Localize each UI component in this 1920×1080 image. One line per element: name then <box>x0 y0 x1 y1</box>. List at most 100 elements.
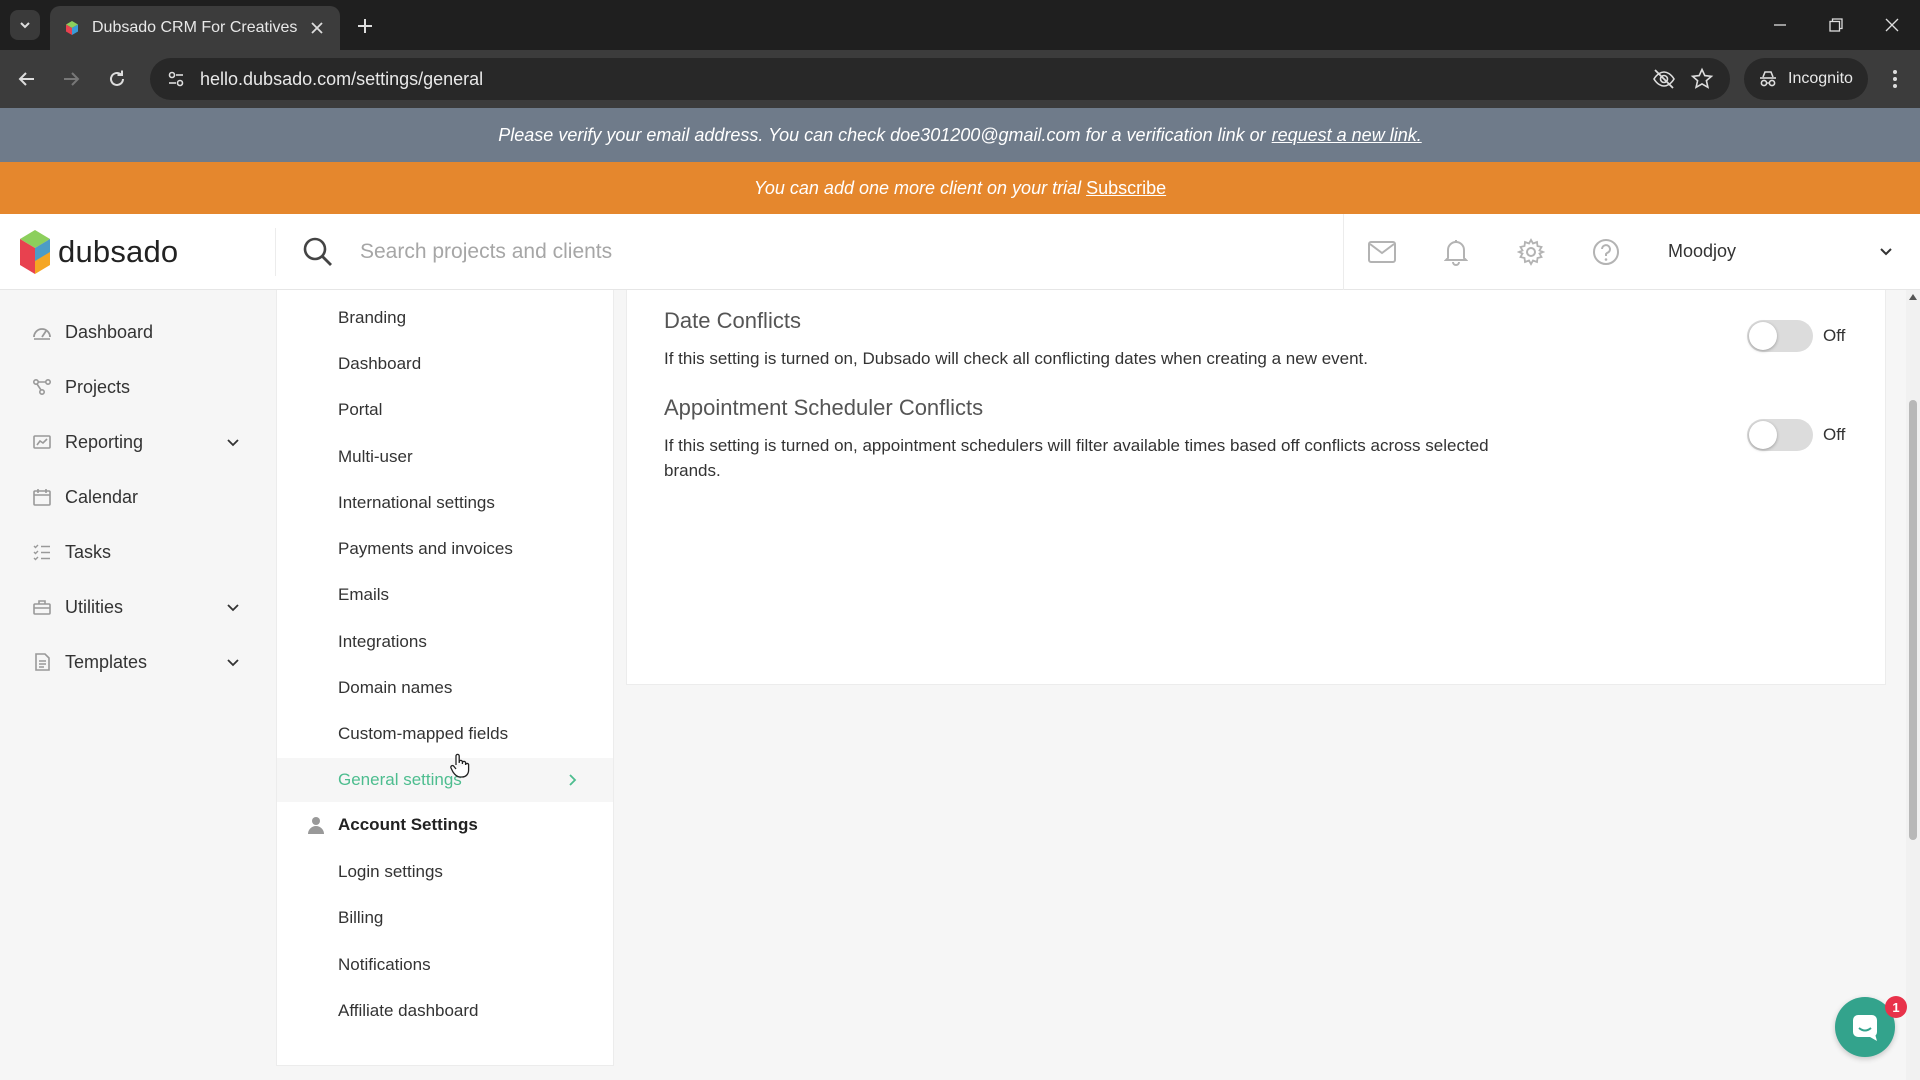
reload-icon <box>110 70 124 86</box>
tab-title: Dubsado CRM For Creatives <box>92 19 298 36</box>
minimize-icon <box>1774 24 1786 26</box>
tune-icon <box>168 71 184 87</box>
subnav-item-billing[interactable]: Billing <box>277 896 613 940</box>
chevron-down-icon <box>20 22 30 29</box>
window-controls <box>1752 0 1920 50</box>
chevron-right-icon <box>569 774 577 786</box>
subnav-item-emails[interactable]: Emails <box>277 573 613 617</box>
date-conflicts-description: If this setting is turned on, Dubsado wi… <box>664 349 1368 368</box>
subnav-item-international-settings[interactable]: International settings <box>277 481 613 525</box>
subnav-item-portal[interactable]: Portal <box>277 388 613 432</box>
eye-off-icon[interactable] <box>1652 67 1676 91</box>
messages-button[interactable] <box>1366 236 1398 268</box>
arrow-right-icon <box>64 72 80 86</box>
logo-text: dubsado <box>58 234 179 269</box>
new-tab-button[interactable] <box>352 13 378 39</box>
subnav-item-affiliate-dashboard[interactable]: Affiliate dashboard <box>277 989 613 1033</box>
header-divider <box>1343 214 1344 290</box>
user-menu-name[interactable]: Moodjoy <box>1668 241 1736 262</box>
subnav-item-integrations[interactable]: Integrations <box>277 620 613 664</box>
account-settings-label: Account Settings <box>338 815 478 834</box>
chevron-down-icon <box>227 604 239 612</box>
notifications-button[interactable] <box>1440 236 1472 268</box>
sidebar-item-dashboard[interactable]: Dashboard <box>0 312 276 352</box>
appointment-scheduler-conflicts-toggle[interactable] <box>1747 419 1813 451</box>
verify-email-text: Please verify your email address. You ca… <box>498 124 1266 145</box>
restore-button[interactable] <box>1808 0 1864 50</box>
subnav-item-custom-mapped-fields[interactable]: Custom-mapped fields <box>277 712 613 756</box>
reload-button[interactable] <box>102 64 132 94</box>
dubsado-logo-icon <box>20 230 50 274</box>
sidebar-item-label: Projects <box>65 376 131 397</box>
appointment-scheduler-conflicts-state: Off <box>1823 425 1846 444</box>
minimize-button[interactable] <box>1752 0 1808 50</box>
close-icon <box>1885 18 1899 32</box>
sidebar-item-templates[interactable]: Templates <box>0 642 276 682</box>
close-window-button[interactable] <box>1864 0 1920 50</box>
star-icon[interactable] <box>1690 67 1714 91</box>
trial-banner: You can add one more client on your tria… <box>0 162 1920 214</box>
utilities-icon <box>33 600 51 615</box>
back-button[interactable] <box>12 64 42 94</box>
appointment-scheduler-conflicts-description: If this setting is turned on, appointmen… <box>664 436 1489 480</box>
sidebar-item-label: Templates <box>65 651 148 672</box>
date-conflicts-toggle[interactable] <box>1747 320 1813 352</box>
subnav-item-dashboard[interactable]: Dashboard <box>277 342 613 386</box>
app-header: dubsado Moodjoy <box>0 214 1920 290</box>
tab-search-button[interactable] <box>10 10 40 40</box>
verify-email-banner: Please verify your email address. You ca… <box>0 108 1920 162</box>
sidebar-item-projects[interactable]: Projects <box>0 367 276 407</box>
sidebar-item-label: Reporting <box>65 431 144 452</box>
incognito-icon <box>1760 71 1776 87</box>
toggle-knob <box>1749 322 1777 350</box>
subnav-item-multi-user[interactable]: Multi-user <box>277 435 613 479</box>
sidebar-item-label: Calendar <box>65 486 139 507</box>
scroll-up-arrow[interactable] <box>1909 294 1917 300</box>
incognito-indicator[interactable]: Incognito <box>1744 58 1868 100</box>
sidebar-item-tasks[interactable]: Tasks <box>0 532 276 572</box>
gear-icon <box>1517 238 1545 266</box>
settings-subnav: Branding Dashboard Portal Multi-user Int… <box>276 290 614 1066</box>
forward-button[interactable] <box>56 64 86 94</box>
browser-menu-button[interactable] <box>1880 64 1910 94</box>
subscribe-link[interactable]: Subscribe <box>1086 178 1166 199</box>
search-input[interactable] <box>360 234 1320 270</box>
subnav-item-notifications[interactable]: Notifications <box>277 943 613 987</box>
subnav-item-domain-names[interactable]: Domain names <box>277 666 613 710</box>
date-conflicts-title: Date Conflicts <box>664 308 801 333</box>
address-bar-actions <box>1652 67 1714 91</box>
browser-toolbar: hello.dubsado.com/settings/general Incog… <box>0 50 1920 108</box>
sidebar-item-label: Utilities <box>65 596 124 617</box>
site-info-button[interactable] <box>156 58 196 100</box>
dubsado-logo[interactable]: dubsado <box>20 228 276 276</box>
help-button[interactable] <box>1590 236 1622 268</box>
scroll-thumb[interactable] <box>1909 400 1917 840</box>
subnav-item-general-settings[interactable]: General settings <box>277 758 613 802</box>
restore-icon <box>1829 18 1843 32</box>
chevron-down-icon[interactable] <box>1876 242 1896 262</box>
sidebar-item-reporting[interactable]: Reporting <box>0 422 276 462</box>
settings-button[interactable] <box>1515 236 1547 268</box>
person-icon <box>308 817 324 834</box>
request-new-link[interactable]: request a new link. <box>1272 125 1422 146</box>
close-icon[interactable] <box>308 19 326 37</box>
plus-icon <box>358 19 372 33</box>
subnav-item-login-settings[interactable]: Login settings <box>277 850 613 894</box>
account-settings-heading: Account Settings <box>307 810 613 840</box>
sidebar-item-label: Tasks <box>65 541 112 562</box>
browser-tab[interactable]: Dubsado CRM For Creatives <box>50 6 340 50</box>
subnav-item-branding[interactable]: Branding <box>277 296 613 340</box>
page-scrollbar[interactable] <box>1906 290 1920 1080</box>
subnav-item-payments-and-invoices[interactable]: Payments and invoices <box>277 527 613 571</box>
url-text[interactable]: hello.dubsado.com/settings/general <box>200 69 1652 90</box>
sidebar-item-label: Dashboard <box>65 321 154 342</box>
chevron-down-icon <box>227 659 239 667</box>
mail-icon <box>1368 241 1396 263</box>
sidebar-item-utilities[interactable]: Utilities <box>0 587 276 627</box>
address-bar[interactable]: hello.dubsado.com/settings/general <box>150 58 1730 100</box>
hand-pointer-icon <box>450 753 470 778</box>
sidebar-item-calendar[interactable]: Calendar <box>0 477 276 517</box>
chevron-down-icon <box>227 439 239 447</box>
more-vertical-icon <box>1893 70 1897 88</box>
reporting-icon <box>33 435 51 449</box>
